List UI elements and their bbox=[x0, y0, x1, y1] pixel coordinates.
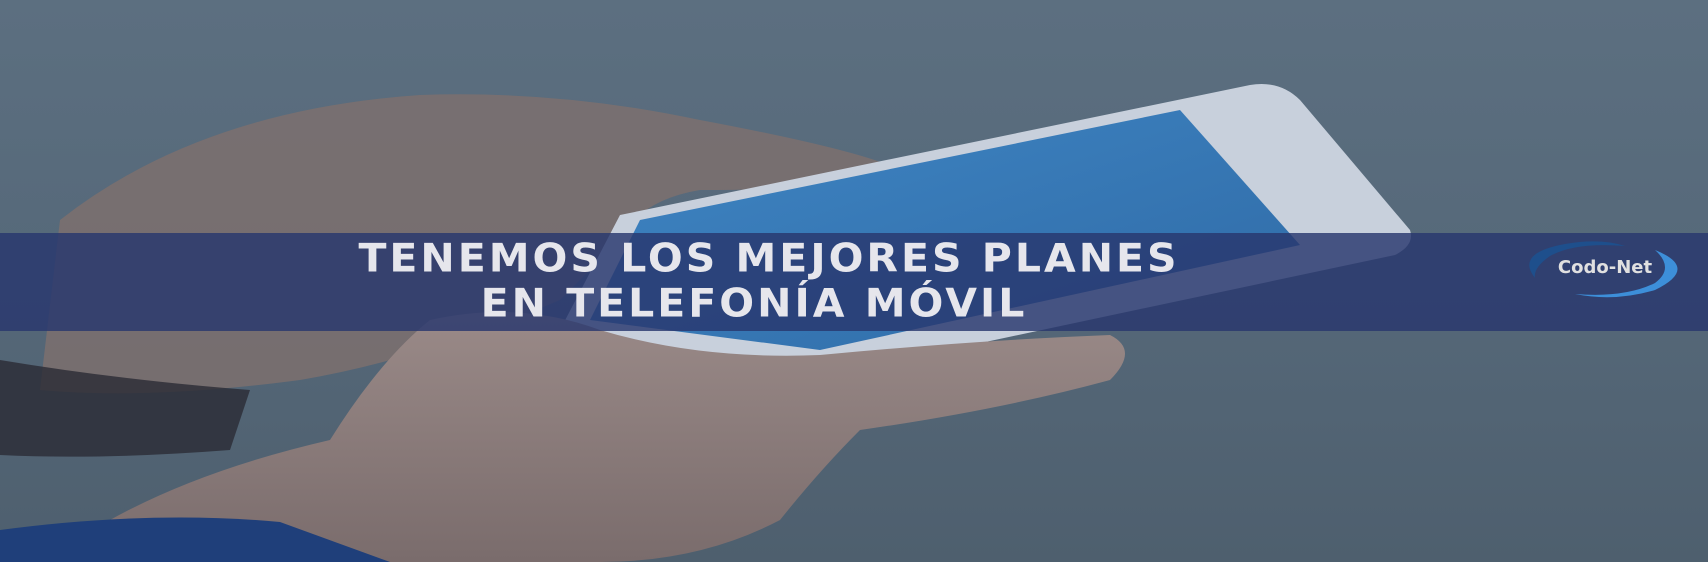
headline-line-2: EN TELEFONÍA MÓVIL bbox=[480, 280, 1028, 326]
logo-text: Codo-Net bbox=[1557, 257, 1653, 278]
headline: TENEMOS LOS MEJORES PLANES EN TELEFONÍA … bbox=[0, 236, 1708, 326]
headline-line-1: TENEMOS LOS MEJORES PLANES bbox=[358, 235, 1180, 281]
